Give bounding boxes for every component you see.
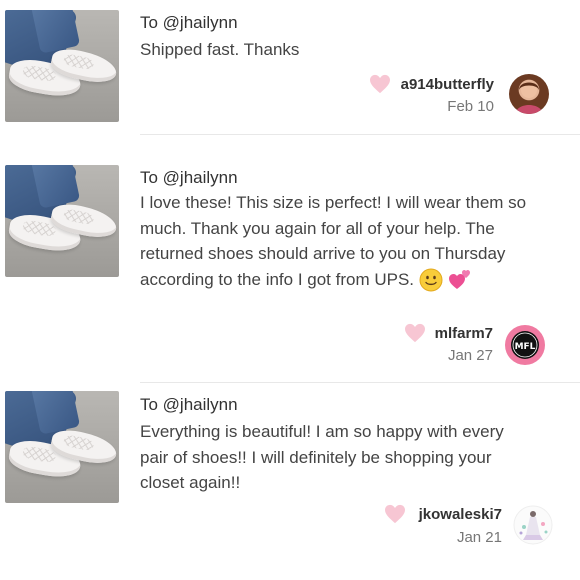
review-recipient: To @jhailynn	[140, 13, 238, 32]
product-thumbnail[interactable]	[5, 165, 119, 277]
monogram-logo-icon: MFL	[511, 331, 539, 359]
avatar[interactable]	[513, 505, 553, 545]
review-author[interactable]: mlfarm7	[435, 325, 493, 342]
product-thumbnail[interactable]	[5, 10, 119, 122]
profile-photo-icon	[515, 82, 543, 114]
review-text: Everything is beautiful! I am so happy w…	[140, 422, 504, 492]
review-date: Feb 10	[447, 98, 494, 115]
review-recipient: To @jhailynn	[140, 168, 238, 187]
heart-icon[interactable]	[369, 74, 391, 94]
review-recipient: To @jhailynn	[140, 395, 238, 414]
slightly-smiling-face-emoji-icon	[419, 268, 443, 292]
divider	[140, 382, 580, 383]
review-author[interactable]: jkowaleski7	[419, 506, 502, 523]
review-text: Shipped fast. Thanks	[140, 40, 300, 59]
two-hearts-emoji-icon	[448, 270, 470, 290]
review-date: Jan 21	[456, 529, 502, 546]
review-date: Jan 27	[447, 347, 493, 364]
avatar[interactable]: MFL	[505, 325, 545, 365]
monogram-text: MFL	[515, 342, 536, 352]
product-thumbnail[interactable]	[5, 391, 119, 503]
review-author[interactable]: a914butterfly	[401, 76, 494, 93]
divider	[140, 134, 580, 135]
fashion-illustration-icon	[513, 505, 553, 545]
heart-icon[interactable]	[384, 504, 406, 524]
avatar[interactable]	[509, 74, 549, 114]
heart-icon[interactable]	[404, 323, 426, 343]
review-text-block: I love these! This size is perfect! I wi…	[140, 190, 550, 292]
